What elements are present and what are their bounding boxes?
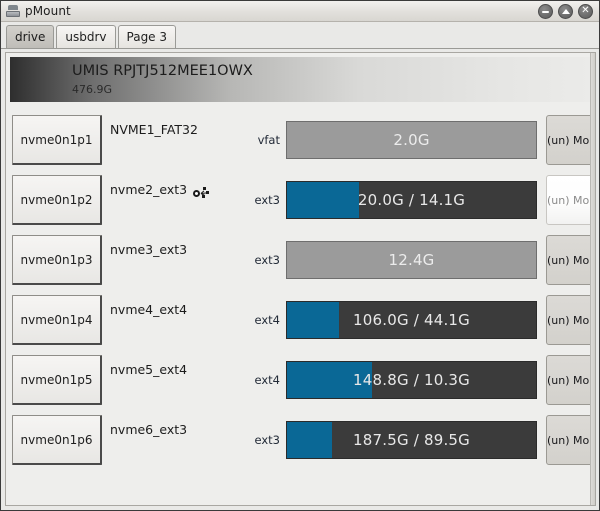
partition-label-cell: NVME1_FAT32 <box>102 115 252 165</box>
filesystem-type: ext4 <box>254 313 280 327</box>
drive-icon <box>6 5 20 17</box>
partition-label-cell: nvme6_ext3 <box>102 415 252 465</box>
tab-page3-label: Page 3 <box>126 30 168 44</box>
usage-bar[interactable]: 12.4G <box>286 241 537 279</box>
usage-bar-text: 2.0G <box>393 131 430 149</box>
partition-list: nvme0n1p1 NVME1_FAT32 vfat 2.0G (un) Mou… <box>6 106 595 470</box>
close-button[interactable]: ✕ <box>578 4 593 19</box>
table-row: nvme0n1p6 nvme6_ext3 ext3 187.5G / 89.5G… <box>6 410 595 470</box>
maximize-button[interactable] <box>558 4 573 19</box>
partition-label-cell: nvme5_ext4 <box>102 355 252 405</box>
tab-usbdrv[interactable]: usbdrv <box>56 25 116 48</box>
table-row: nvme0n1p1 NVME1_FAT32 vfat 2.0G (un) Mou… <box>6 110 595 170</box>
mount-toggle-button[interactable]: (un) Mount <box>546 355 595 405</box>
filesystem-type: ext3 <box>254 433 280 447</box>
partition-label-cell: nvme2_ext3 <box>102 175 252 225</box>
tab-strip: drive usbdrv Page 3 <box>1 22 599 49</box>
tab-usbdrv-label: usbdrv <box>65 30 107 44</box>
mountpoint-icon[interactable] <box>193 186 210 200</box>
panel-right-edge <box>590 53 595 505</box>
mount-toggle-button[interactable]: (un) Mount <box>546 115 595 165</box>
usage-bar-text: 106.0G / 44.1G <box>353 311 470 329</box>
partition-device-button[interactable]: nvme0n1p3 <box>12 235 102 285</box>
filesystem-type: ext4 <box>254 373 280 387</box>
partition-label: nvme4_ext4 <box>110 302 188 317</box>
tab-drive[interactable]: drive <box>6 25 55 48</box>
partition-device-button[interactable]: nvme0n1p5 <box>12 355 102 405</box>
pmount-window: pMount ✕ drive usbdrv Page 3 UMIS RPJTJ5… <box>0 0 600 511</box>
mount-toggle-button[interactable]: (un) Mount <box>546 175 595 225</box>
usage-bar[interactable]: 148.8G / 10.3G <box>286 361 537 399</box>
partition-label-cell: nvme4_ext4 <box>102 295 252 345</box>
filesystem-type: ext3 <box>254 193 280 207</box>
device-size: 476.9G <box>72 82 113 96</box>
tab-page3[interactable]: Page 3 <box>117 25 177 48</box>
window-controls: ✕ <box>538 4 593 19</box>
mount-toggle-button[interactable]: (un) Mount <box>546 295 595 345</box>
partition-device-button[interactable]: nvme0n1p6 <box>12 415 102 465</box>
usage-bar-text: 187.5G / 89.5G <box>353 431 470 449</box>
mount-toggle-button[interactable]: (un) Mount <box>546 235 595 285</box>
minimize-button[interactable] <box>538 4 553 19</box>
filesystem-type: ext3 <box>254 253 280 267</box>
device-header: UMIS RPJTJ512MEE1OWX 476.9G <box>10 57 591 102</box>
usage-bar-text: 20.0G / 14.1G <box>357 191 466 209</box>
filesystem-type: vfat <box>257 133 280 147</box>
table-row: nvme0n1p3 nvme3_ext3 ext3 12.4G (un) Mou… <box>6 230 595 290</box>
partition-label: NVME1_FAT32 <box>110 122 198 137</box>
partition-device-button[interactable]: nvme0n1p4 <box>12 295 102 345</box>
usage-bar[interactable]: 20.0G / 14.1G <box>286 181 537 219</box>
table-row: nvme0n1p2 nvme2_ext3 ext3 20.0G / 14.1G … <box>6 170 595 230</box>
partition-label-cell: nvme3_ext3 <box>102 235 252 285</box>
drive-panel: UMIS RPJTJ512MEE1OWX 476.9G nvme0n1p1 NV… <box>5 52 596 506</box>
table-row: nvme0n1p4 nvme4_ext4 ext4 106.0G / 44.1G… <box>6 290 595 350</box>
window-title: pMount <box>25 4 71 18</box>
partition-label: nvme2_ext3 <box>110 182 188 197</box>
usage-bar-text: 148.8G / 10.3G <box>353 371 470 389</box>
partition-label: nvme3_ext3 <box>110 242 188 257</box>
tab-drive-label: drive <box>15 30 46 44</box>
mount-toggle-button[interactable]: (un) Mount <box>546 415 595 465</box>
usage-bar[interactable]: 106.0G / 44.1G <box>286 301 537 339</box>
usage-bar-text: 12.4G <box>388 251 435 269</box>
partition-device-button[interactable]: nvme0n1p2 <box>12 175 102 225</box>
partition-label: nvme6_ext3 <box>110 422 188 437</box>
partition-device-button[interactable]: nvme0n1p1 <box>12 115 102 165</box>
title-bar: pMount ✕ <box>1 1 599 22</box>
table-row: nvme0n1p5 nvme5_ext4 ext4 148.8G / 10.3G… <box>6 350 595 410</box>
device-name: UMIS RPJTJ512MEE1OWX <box>72 63 253 80</box>
usage-bar[interactable]: 2.0G <box>286 121 537 159</box>
partition-scroll-area: UMIS RPJTJ512MEE1OWX 476.9G nvme0n1p1 NV… <box>6 53 595 505</box>
usage-bar[interactable]: 187.5G / 89.5G <box>286 421 537 459</box>
partition-label: nvme5_ext4 <box>110 362 188 377</box>
